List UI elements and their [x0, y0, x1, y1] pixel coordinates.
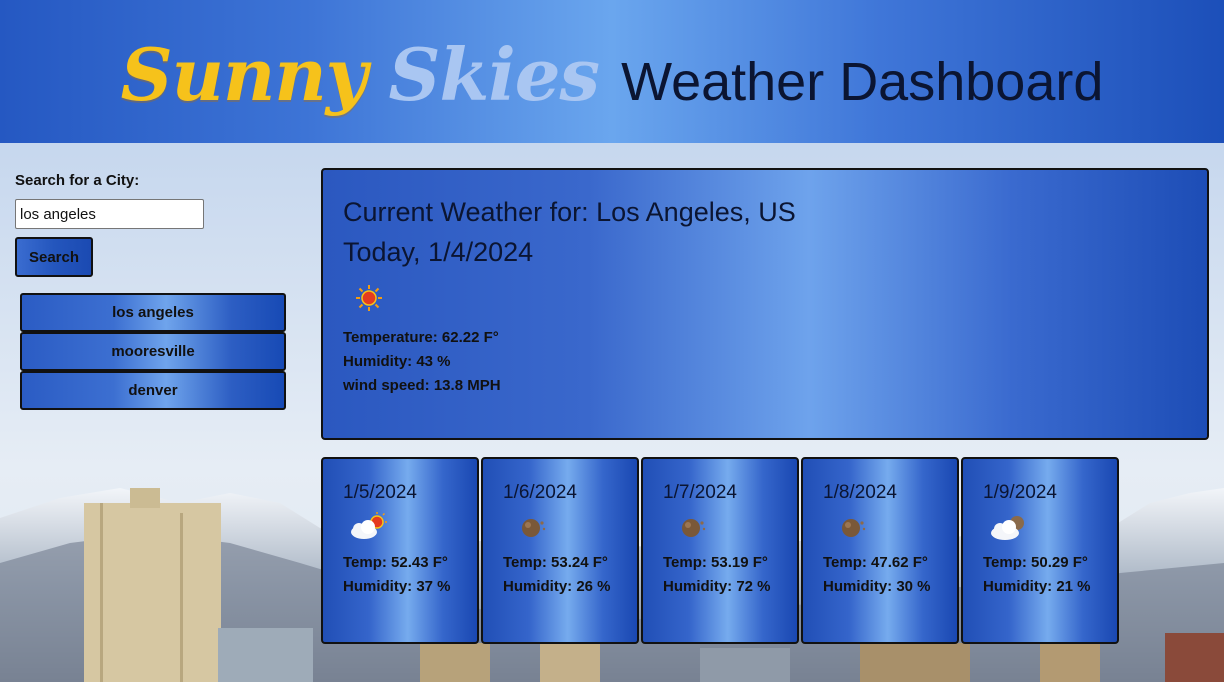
partly-cloudy-sun-icon — [347, 511, 389, 543]
history-item-denver[interactable]: denver — [20, 371, 286, 410]
forecast-date: 1/8/2024 — [823, 482, 897, 503]
current-humidity: Humidity: 43 % — [343, 353, 451, 370]
search-button[interactable]: Search — [15, 237, 93, 277]
current-wind-speed: wind speed: 13.8 MPH — [343, 377, 501, 394]
forecast-date: 1/9/2024 — [983, 482, 1057, 503]
forecast-temp: Temp: 52.43 F° — [343, 554, 448, 571]
moon-clouds-icon — [667, 511, 709, 543]
forecast-humidity: Humidity: 72 % — [663, 578, 771, 595]
search-label: Search for a City: — [15, 172, 140, 189]
cloudy-icon — [987, 511, 1029, 543]
moon-clouds-icon — [827, 511, 869, 543]
forecast-humidity: Humidity: 26 % — [503, 578, 611, 595]
forecast-card: 1/6/2024 Temp: 53.24 F° Humidity: 26 % — [481, 457, 639, 644]
current-date: Today, 1/4/2024 — [343, 237, 534, 267]
forecast-humidity: Humidity: 30 % — [823, 578, 931, 595]
moon-clouds-icon — [507, 511, 549, 543]
forecast-card: 1/9/2024 Temp: 50.29 F° Humidity: 21 % — [961, 457, 1119, 644]
current-temperature: Temperature: 62.22 F° — [343, 329, 499, 346]
current-location: Los Angeles, US — [596, 197, 796, 227]
current-weather-panel: Current Weather for: Los Angeles, US Tod… — [321, 168, 1209, 440]
forecast-humidity: Humidity: 21 % — [983, 578, 1091, 595]
forecast-temp: Temp: 53.24 F° — [503, 554, 608, 571]
forecast-date: 1/5/2024 — [343, 482, 417, 503]
sun-icon — [355, 284, 383, 312]
search-history-list: los angeles mooresville denver — [20, 293, 286, 410]
forecast-temp: Temp: 50.29 F° — [983, 554, 1088, 571]
current-stats: Temperature: 62.22 F° Humidity: 43 % win… — [343, 326, 1187, 398]
city-search-input[interactable] — [15, 199, 204, 229]
five-day-forecast: 1/5/2024 Temp: 52.43 F° Humidity: 37 % 1… — [321, 457, 1119, 644]
history-item-mooresville[interactable]: mooresville — [20, 332, 286, 371]
forecast-humidity: Humidity: 37 % — [343, 578, 451, 595]
forecast-date: 1/7/2024 — [663, 482, 737, 503]
forecast-date: 1/6/2024 — [503, 482, 577, 503]
title-weather-dashboard: Weather Dashboard — [621, 52, 1104, 112]
forecast-temp: Temp: 47.62 F° — [823, 554, 928, 571]
forecast-card: 1/7/2024 Temp: 53.19 F° Humidity: 72 % — [641, 457, 799, 644]
brand-skies: Skies — [388, 32, 601, 117]
history-item-los-angeles[interactable]: los angeles — [20, 293, 286, 332]
brand-sunny: Sunny — [120, 32, 368, 117]
search-sidebar: Search for a City: Search los angeles mo… — [15, 172, 290, 410]
forecast-card: 1/8/2024 Temp: 47.62 F° Humidity: 30 % — [801, 457, 959, 644]
current-weather-heading: Current Weather for: Los Angeles, US — [343, 192, 1187, 232]
current-weather-label: Current Weather for: — [343, 197, 589, 227]
forecast-temp: Temp: 53.19 F° — [663, 554, 768, 571]
app-title: Sunny Skies Weather Dashboard — [121, 32, 1104, 117]
header-banner: Sunny Skies Weather Dashboard — [0, 0, 1224, 143]
forecast-card: 1/5/2024 Temp: 52.43 F° Humidity: 37 % — [321, 457, 479, 644]
